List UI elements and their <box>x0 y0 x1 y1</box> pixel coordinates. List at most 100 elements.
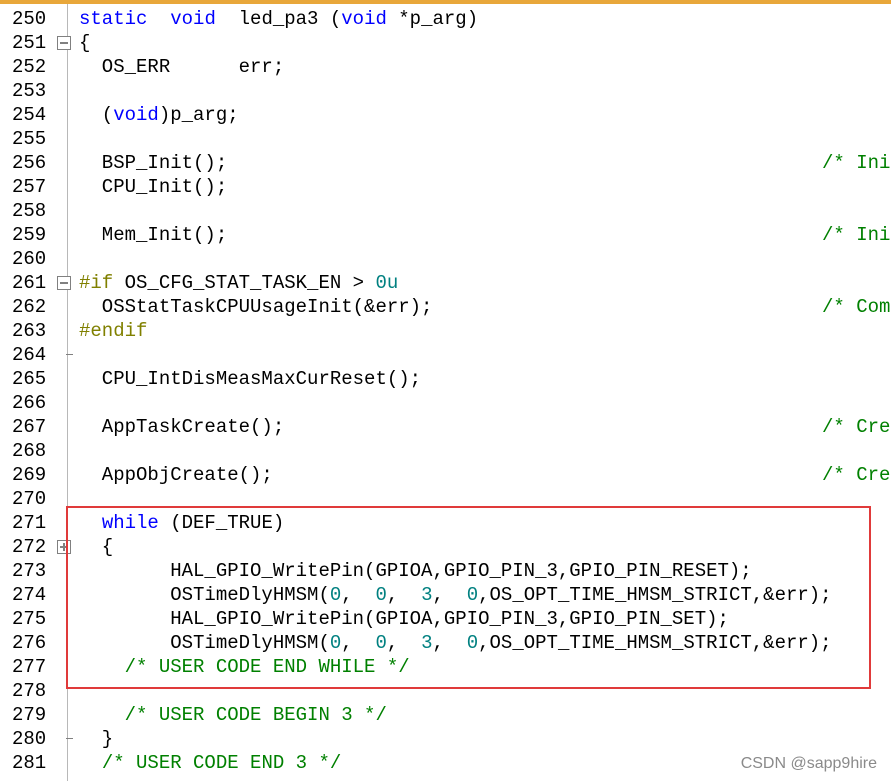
code-line[interactable]: 257 CPU_Init(); <box>0 175 891 199</box>
code-line[interactable]: 263 #endif <box>0 319 891 343</box>
code-line[interactable]: 265 CPU_IntDisMeasMaxCurReset(); <box>0 367 891 391</box>
fold-collapse-icon[interactable] <box>57 36 71 50</box>
line-number: 252 <box>12 56 47 78</box>
code-line[interactable]: 269 AppObjCreate(); /* Cre <box>0 463 891 487</box>
code-line[interactable]: 277 /* USER CODE END WHILE */ <box>0 655 891 679</box>
code-token: /* USER CODE END 3 */ <box>101 752 342 774</box>
line-number: 256 <box>12 152 47 174</box>
code-line[interactable]: 261 #if OS_CFG_STAT_TASK_EN > 0u <box>0 271 891 295</box>
fold-expand-icon[interactable] <box>57 540 71 554</box>
code-token: *p_arg) <box>386 8 479 30</box>
code-token: , <box>341 632 376 654</box>
line-number: 258 <box>12 200 47 222</box>
line-number: 266 <box>12 392 47 414</box>
code-text[interactable]: OSStatTaskCPUUsageInit(&err); <box>79 295 433 319</box>
code-text[interactable]: HAL_GPIO_WritePin(GPIOA,GPIO_PIN_3,GPIO_… <box>79 607 729 631</box>
code-text[interactable]: OS_ERR err; <box>79 55 284 79</box>
code-line[interactable]: 250 static void led_pa3 (void *p_arg) <box>0 7 891 31</box>
code-text[interactable]: Mem_Init(); <box>79 223 227 247</box>
code-token: ,OS_OPT_TIME_HMSM_STRICT,&err); <box>478 584 832 606</box>
code-text[interactable]: /* USER CODE END 3 */ <box>79 751 341 775</box>
code-line[interactable]: 260 <box>0 247 891 271</box>
line-number: 264 <box>12 344 47 366</box>
fold-end-marker <box>66 354 73 355</box>
code-token: , <box>386 584 422 606</box>
code-line[interactable]: 268 <box>0 439 891 463</box>
code-text[interactable]: while (DEF_TRUE) <box>79 511 284 535</box>
code-token: 0 <box>375 632 387 654</box>
code-token: OS_ERR err; <box>79 56 285 78</box>
code-line[interactable]: 258 <box>0 199 891 223</box>
line-number: 279 <box>12 704 47 726</box>
code-line[interactable]: 256 BSP_Init(); /* Ini <box>0 151 891 175</box>
code-line[interactable]: 255 <box>0 127 891 151</box>
code-line[interactable]: 270 <box>0 487 891 511</box>
code-line[interactable]: 254 (void)p_arg; <box>0 103 891 127</box>
code-text[interactable]: (void)p_arg; <box>79 103 239 127</box>
line-number: 253 <box>12 80 47 102</box>
code-token: void <box>113 104 159 126</box>
code-token: void <box>170 8 216 30</box>
line-number: 280 <box>12 728 47 750</box>
code-token: #endif <box>79 320 148 342</box>
code-line[interactable]: 279 /* USER CODE BEGIN 3 */ <box>0 703 891 727</box>
code-text[interactable]: #if OS_CFG_STAT_TASK_EN > 0u <box>79 271 398 295</box>
code-text[interactable]: CPU_IntDisMeasMaxCurReset(); <box>79 367 421 391</box>
code-text[interactable]: OSTimeDlyHMSM(0, 0, 3, 0,OS_OPT_TIME_HMS… <box>79 631 831 655</box>
code-token: (DEF_TRUE) <box>158 512 285 534</box>
code-text[interactable]: static void led_pa3 (void *p_arg) <box>79 7 478 31</box>
code-text[interactable]: } <box>79 727 113 751</box>
code-line[interactable]: 267 AppTaskCreate(); /* Cre <box>0 415 891 439</box>
trailing-comment: /* Cre <box>822 416 891 438</box>
code-line[interactable]: 272 { <box>0 535 891 559</box>
code-token: BSP_Init(); <box>79 152 228 174</box>
window-top-border <box>0 0 891 4</box>
code-text[interactable]: /* USER CODE END WHILE */ <box>79 655 410 679</box>
line-number: 274 <box>12 584 47 606</box>
code-token: , <box>432 632 467 654</box>
code-line[interactable]: 271 while (DEF_TRUE) <box>0 511 891 535</box>
code-text[interactable]: AppTaskCreate(); <box>79 415 284 439</box>
code-line[interactable]: 251 { <box>0 31 891 55</box>
code-text[interactable]: { <box>79 31 90 55</box>
code-token: ( <box>79 104 114 126</box>
code-token: { <box>79 32 91 54</box>
line-number: 251 <box>12 32 47 54</box>
fold-collapse-icon[interactable] <box>57 276 71 290</box>
line-number: 278 <box>12 680 47 702</box>
code-text[interactable]: HAL_GPIO_WritePin(GPIOA,GPIO_PIN_3,GPIO_… <box>79 559 752 583</box>
code-token: 0 <box>329 584 342 606</box>
code-line[interactable]: 252 OS_ERR err; <box>0 55 891 79</box>
code-line[interactable]: 276 OSTimeDlyHMSM(0, 0, 3, 0,OS_OPT_TIME… <box>0 631 891 655</box>
code-line[interactable]: 278 <box>0 679 891 703</box>
code-token: OSTimeDlyHMSM( <box>79 632 330 654</box>
line-number: 259 <box>12 224 47 246</box>
code-token: CPU_Init(); <box>79 176 228 198</box>
code-token: /* USER CODE END WHILE */ <box>124 656 410 678</box>
code-token: } <box>79 728 114 750</box>
code-line[interactable]: 275 HAL_GPIO_WritePin(GPIOA,GPIO_PIN_3,G… <box>0 607 891 631</box>
code-line[interactable]: 259 Mem_Init(); /* Ini <box>0 223 891 247</box>
code-text[interactable]: AppObjCreate(); <box>79 463 273 487</box>
code-line[interactable]: 266 <box>0 391 891 415</box>
code-line[interactable]: 253 <box>0 79 891 103</box>
line-number: 270 <box>12 488 47 510</box>
code-line[interactable]: 280 } <box>0 727 891 751</box>
code-text[interactable]: #endif <box>79 319 147 343</box>
code-text[interactable]: /* USER CODE BEGIN 3 */ <box>79 703 387 727</box>
code-text[interactable]: BSP_Init(); <box>79 151 227 175</box>
code-line[interactable]: 262 OSStatTaskCPUUsageInit(&err); /* Com <box>0 295 891 319</box>
code-line[interactable]: 273 HAL_GPIO_WritePin(GPIOA,GPIO_PIN_3,G… <box>0 559 891 583</box>
code-text[interactable]: CPU_Init(); <box>79 175 227 199</box>
code-token: OSTimeDlyHMSM( <box>79 584 330 606</box>
code-text[interactable]: { <box>79 535 113 559</box>
line-number: 275 <box>12 608 47 630</box>
code-line[interactable]: 264 <box>0 343 891 367</box>
code-line[interactable]: 274 OSTimeDlyHMSM(0, 0, 3, 0,OS_OPT_TIME… <box>0 583 891 607</box>
code-text[interactable]: OSTimeDlyHMSM(0, 0, 3, 0,OS_OPT_TIME_HMS… <box>79 583 832 607</box>
line-number: 277 <box>12 656 47 678</box>
code-token: #if <box>79 272 114 294</box>
code-token: 3 <box>421 584 433 606</box>
